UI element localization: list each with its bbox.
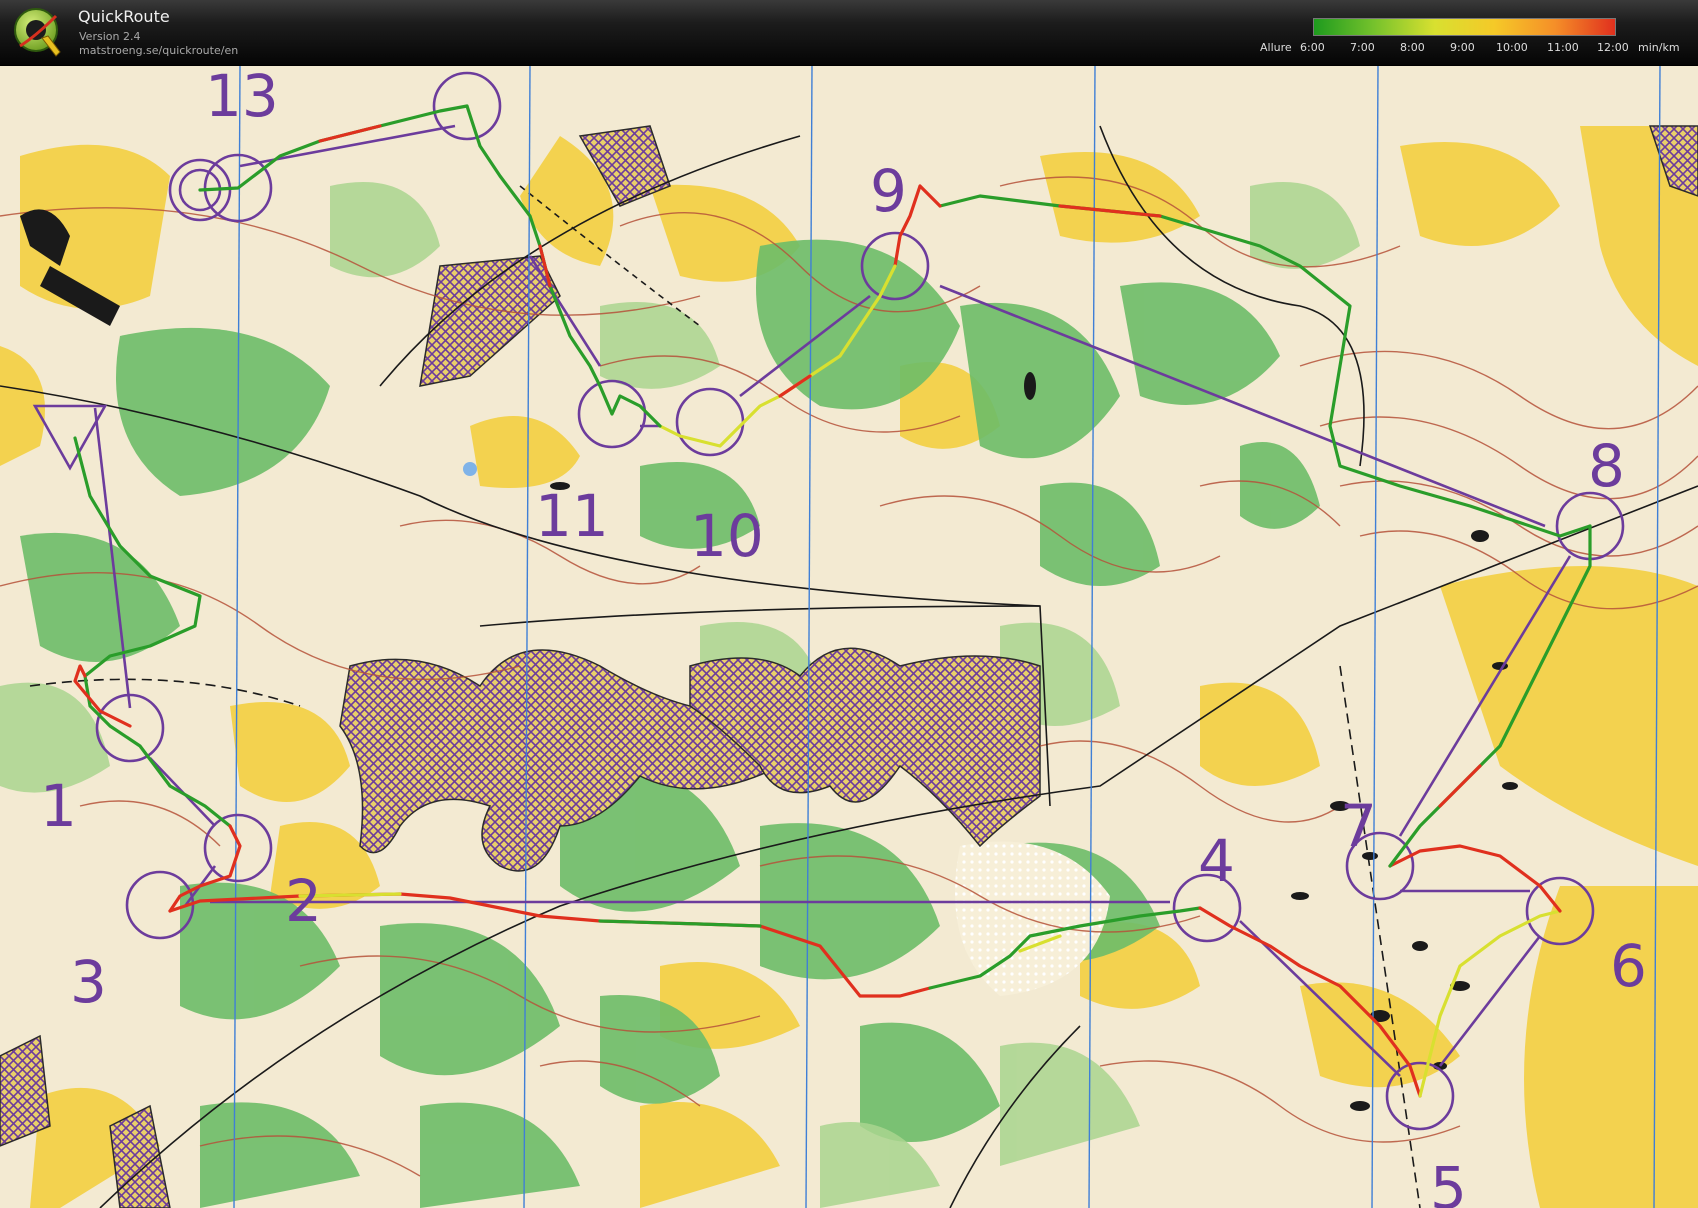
legend-tick: 12:00	[1597, 41, 1629, 54]
control-number-1: 1	[40, 772, 77, 840]
app-version: Version 2.4	[79, 30, 141, 43]
legend-tick: 6:00	[1300, 41, 1325, 54]
legend-label: Allure	[1260, 41, 1292, 54]
control-number-7: 7	[1340, 792, 1377, 860]
pace-legend: Allure 6:00 7:00 8:00 9:00 10:00 11:00 1…	[1250, 18, 1690, 58]
control-number-6: 6	[1610, 932, 1647, 1000]
quickroute-logo-icon	[14, 8, 61, 57]
pace-color-scale	[1313, 18, 1616, 36]
header-bar: QuickRoute Version 2.4 matstroeng.se/qui…	[0, 0, 1698, 66]
legend-tick: 7:00	[1350, 41, 1375, 54]
control-number-2: 2	[285, 867, 322, 935]
map-canvas[interactable]: 1 2 3 4 5 6 7 8 9 10 11 13	[0, 66, 1698, 1208]
legend-tick: 8:00	[1400, 41, 1425, 54]
control-number-11: 11	[535, 482, 609, 550]
legend-tick: 11:00	[1547, 41, 1579, 54]
control-number-8: 8	[1588, 432, 1625, 500]
legend-unit: min/km	[1638, 41, 1680, 54]
orienteering-map[interactable]: 1 2 3 4 5 6 7 8 9 10 11 13	[0, 66, 1698, 1208]
app-title: QuickRoute	[78, 7, 170, 26]
app-url[interactable]: matstroeng.se/quickroute/en	[79, 44, 238, 57]
control-number-4: 4	[1198, 827, 1235, 895]
control-number-3: 3	[70, 948, 107, 1016]
legend-tick: 9:00	[1450, 41, 1475, 54]
quickroute-window: QuickRoute Version 2.4 matstroeng.se/qui…	[0, 0, 1698, 1208]
control-number-9: 9	[870, 157, 907, 225]
control-number-13: 13	[205, 66, 279, 130]
legend-tick: 10:00	[1496, 41, 1528, 54]
control-number-10: 10	[690, 502, 764, 570]
control-number-5: 5	[1430, 1154, 1467, 1208]
